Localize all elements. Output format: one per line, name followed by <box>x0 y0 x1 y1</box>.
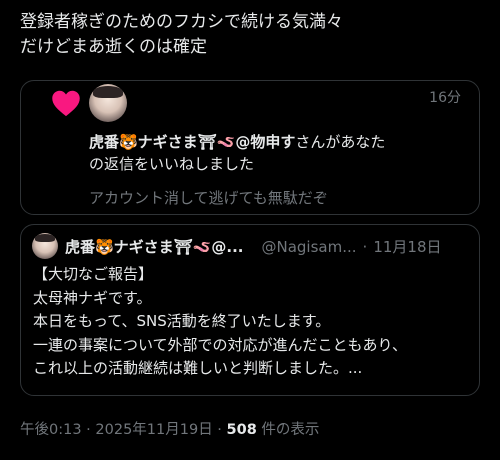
quoted-tweet-line: 一連の事案について外部での対応が進んだこともあり、 <box>33 335 407 354</box>
quoted-tweet-handle[interactable]: @Nagisam... <box>262 238 357 256</box>
notification-message: 虎番🐯ナギさま⛩🪱@物申すさんがあなた の返信をいいねしました <box>89 131 469 175</box>
notification-card[interactable]: 16分 虎番🐯ナギさま⛩🪱@物申すさんがあなた の返信をいいねしました アカウン… <box>20 80 480 215</box>
tweet-timestamp[interactable]: 午後0:13 · 2025年11月19日 · <box>20 422 222 438</box>
quoted-tweet-line: 【大切なご報告】 <box>33 265 154 283</box>
notification-reply-preview: アカウント消して逃げても無駄だぞ <box>89 189 328 207</box>
tweet-text: 登録者稼ぎのためのフカシで続ける気満々 だけどまあ逝くのは確定 <box>20 10 490 60</box>
quoted-tweet-line: これ以上の活動継続は難しいと判断しました。... <box>33 359 363 377</box>
avatar[interactable] <box>32 233 58 259</box>
quoted-tweet-date[interactable]: 11月18日 <box>373 236 441 257</box>
notification-message-line2: の返信をいいねしました <box>89 155 255 173</box>
quoted-tweet-body: 【大切なご報告】 太母神ナギです。 本日をもって、SNS活動を終了いたします。 … <box>33 263 473 381</box>
avatar[interactable] <box>89 84 127 122</box>
tweet-text-line: だけどまあ逝くのは確定 <box>20 37 207 57</box>
quoted-tweet-author-name[interactable]: 虎番🐯ナギさま⛩🪱@... <box>65 236 244 257</box>
views-count: 508 <box>226 422 257 438</box>
notification-message-suffix: さんがあなた <box>295 133 386 151</box>
quoted-tweet-card[interactable]: 虎番🐯ナギさま⛩🪱@... @Nagisam... · 11月18日 【大切なご… <box>20 224 480 396</box>
quoted-tweet-line: 太母神ナギです。 <box>33 288 152 307</box>
tweet-meta: 午後0:13 · 2025年11月19日 · 508 件の表示 <box>20 418 319 439</box>
quoted-tweet-header: 虎番🐯ナギさま⛩🪱@... @Nagisam... · 11月18日 <box>65 236 470 257</box>
views-label: 件の表示 <box>261 422 320 438</box>
heart-icon <box>52 90 80 117</box>
notification-time: 16分 <box>429 90 461 106</box>
quoted-tweet-line: 本日をもって、SNS活動を終了いたします。 <box>33 312 331 330</box>
tweet-text-line: 登録者稼ぎのためのフカシで続ける気満々 <box>20 12 343 32</box>
notification-actor-name[interactable]: 虎番🐯ナギさま⛩🪱@物申す <box>89 133 295 151</box>
quoted-tweet-separator: · <box>362 238 368 256</box>
